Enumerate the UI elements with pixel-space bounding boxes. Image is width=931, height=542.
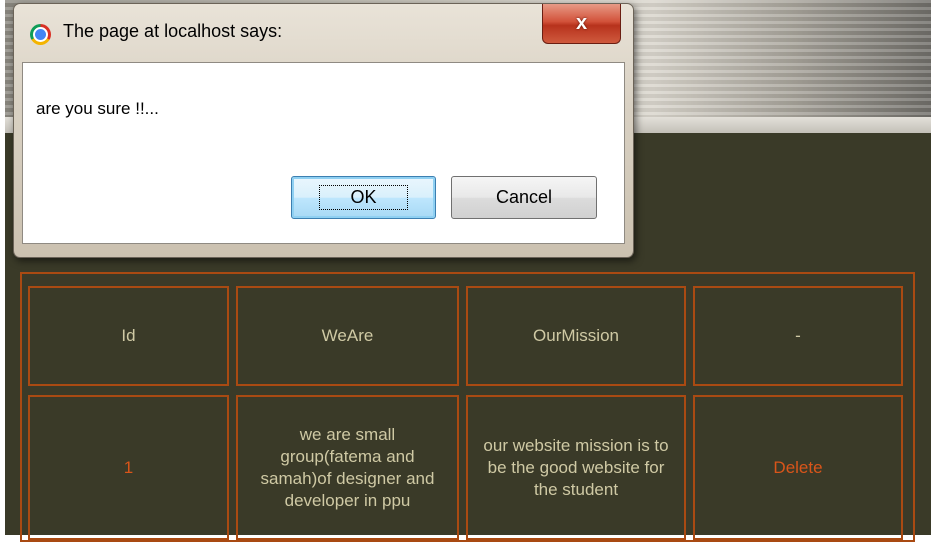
table-cell-id: 1 — [28, 395, 229, 540]
table-header-action: - — [693, 286, 903, 386]
ok-button[interactable]: OK — [291, 176, 436, 219]
table-header-id: Id — [28, 286, 229, 386]
table-cell-ourmission: our website mission is to be the good we… — [466, 395, 686, 540]
table-header-weare: WeAre — [236, 286, 459, 386]
cancel-button-label: Cancel — [495, 187, 553, 207]
row-weare-text: we are small group(fatema and samah)of d… — [260, 424, 435, 510]
close-icon: x — [575, 12, 588, 34]
dialog-message: are you sure !!... — [36, 99, 159, 118]
table-cell-weare: we are small group(fatema and samah)of d… — [236, 395, 459, 540]
table-cell-action: Delete — [693, 395, 903, 540]
header-label: OurMission — [533, 326, 619, 345]
table-header-ourmission: OurMission — [466, 286, 686, 386]
header-label: WeAre — [321, 326, 374, 345]
row-id: 1 — [123, 457, 134, 477]
row-mission-text: our website mission is to be the good we… — [483, 435, 669, 499]
cancel-button[interactable]: Cancel — [451, 176, 597, 219]
delete-link[interactable]: Delete — [773, 457, 822, 479]
chrome-icon — [30, 24, 51, 45]
header-label: - — [795, 326, 801, 345]
ok-button-label: OK — [319, 185, 408, 210]
close-button[interactable]: x — [542, 4, 621, 44]
header-label: Id — [121, 326, 136, 345]
confirm-dialog: The page at localhost says: x — [13, 3, 634, 258]
dialog-title: The page at localhost says: — [63, 21, 283, 41]
